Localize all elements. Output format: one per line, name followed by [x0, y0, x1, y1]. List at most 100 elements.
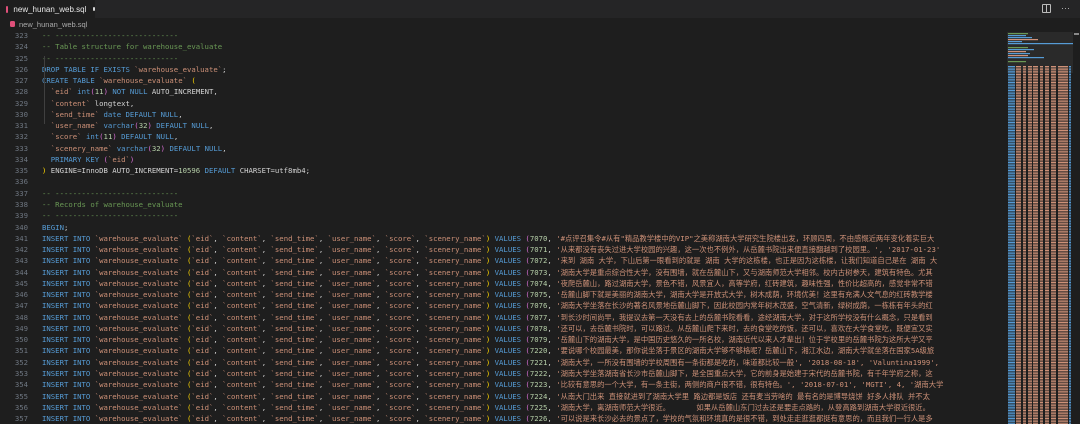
- split-editor-icon[interactable]: [1042, 3, 1051, 13]
- code-line[interactable]: 350 INSERT INTO `warehouse_evaluate` (`ei…: [0, 334, 1005, 345]
- code-line[interactable]: 335) ENGINE=InnoDB AUTO_INCREMENT=10596 …: [0, 165, 1005, 176]
- code-line[interactable]: 324 -- Table structure for warehouse_eval…: [0, 41, 1005, 52]
- minimap-line: [1051, 298, 1056, 299]
- minimap-line: [1016, 219, 1021, 221]
- minimap-line: [1045, 72, 1049, 74]
- minimap-line: [1069, 202, 1071, 203]
- minimap-line: [1008, 251, 1015, 253]
- minimap-line: [1069, 346, 1071, 347]
- code-token-txt: ,: [375, 380, 385, 390]
- minimap-line: [1040, 194, 1043, 195]
- code-line[interactable]: 351 INSERT INTO `warehouse_evaluate` (`ei…: [0, 345, 1005, 356]
- code-line[interactable]: 339 -- ----------------------------: [0, 210, 1005, 221]
- code-token-txt: ,: [213, 278, 223, 288]
- minimap-line: [1023, 312, 1026, 314]
- code-token-num: 7220: [529, 346, 548, 356]
- code-line[interactable]: 338 -- Records of warehouse_evaluate: [0, 199, 1005, 210]
- code-token-txt: ,: [375, 233, 385, 243]
- code-token-txt: ,: [318, 346, 328, 356]
- code-line[interactable]: 332 `score` int(11) DEFAULT NULL,: [0, 131, 1005, 142]
- code-line[interactable]: 328 `eid` int(11) NOT NULL AUTO_INCREMEN…: [0, 86, 1005, 97]
- unsaved-dot-icon[interactable]: [93, 7, 95, 11]
- code-line[interactable]: 325 -- ----------------------------: [0, 53, 1005, 64]
- code-line[interactable]: 336: [0, 176, 1005, 187]
- minimap-line: [1045, 190, 1049, 192]
- code-line[interactable]: 323 -- ----------------------------: [0, 30, 1005, 41]
- minimap-line: [1058, 406, 1068, 408]
- code-line[interactable]: 326 DROP TABLE IF EXISTS `warehouse_evalu…: [0, 64, 1005, 75]
- code-line[interactable]: 344 INSERT INTO `warehouse_evaluate` (`ei…: [0, 267, 1005, 278]
- minimap-line: [1033, 274, 1038, 275]
- minimap-line: [1033, 134, 1038, 136]
- code-line[interactable]: 329 `content` longtext,: [0, 98, 1005, 109]
- tab-new-hunan-web-sql[interactable]: new_hunan_web.sql: [0, 0, 95, 18]
- minimap-line: [1028, 234, 1032, 235]
- minimap-line: [1058, 331, 1068, 333]
- minimap-line: [1040, 86, 1043, 88]
- minimap-line: [1069, 322, 1071, 323]
- minimap-line: [1040, 91, 1043, 93]
- minimap-line: [1023, 387, 1026, 389]
- minimap-line: [1033, 214, 1038, 216]
- code-line[interactable]: 342 INSERT INTO `warehouse_evaluate` (`ei…: [0, 244, 1005, 255]
- minimap-line: [1051, 275, 1056, 277]
- minimap-line: [1069, 310, 1071, 312]
- minimap-line: [1028, 394, 1032, 395]
- minimap-line: [1008, 413, 1015, 415]
- minimap-line: [1058, 227, 1068, 229]
- code-line[interactable]: 327 CREATE TABLE `warehouse_evaluate` (: [0, 75, 1005, 86]
- minimap-line: [1040, 342, 1043, 344]
- minimap-line: [1051, 98, 1056, 99]
- minimap-line: [1028, 371, 1032, 373]
- code-token-txt: ,: [415, 402, 425, 412]
- code-line[interactable]: 347 INSERT INTO `warehouse_evaluate` (`ei…: [0, 300, 1005, 311]
- code-line[interactable]: 345 INSERT INTO `warehouse_evaluate` (`ei…: [0, 278, 1005, 289]
- code-line[interactable]: 341 INSERT INTO `warehouse_evaluate` (`ei…: [0, 233, 1005, 244]
- code-line[interactable]: 349 INSERT INTO `warehouse_evaluate` (`ei…: [0, 323, 1005, 334]
- code-token-str: `scenery_name`: [424, 290, 486, 300]
- minimap-line: [1045, 264, 1049, 266]
- code-line[interactable]: 356 INSERT INTO `warehouse_evaluate` (`ei…: [0, 402, 1005, 413]
- code-line[interactable]: 340 BEGIN;: [0, 222, 1005, 233]
- minimap-line: [1069, 166, 1071, 168]
- scrollbar-thumb[interactable]: [1074, 33, 1079, 35]
- minimap-line: [1051, 371, 1056, 373]
- code-token-txt: ,: [375, 312, 385, 322]
- minimap-line: [1023, 187, 1026, 189]
- vertical-scrollbar[interactable]: [1073, 30, 1080, 424]
- minimap-line: [1016, 323, 1021, 325]
- code-line[interactable]: 352 INSERT INTO `warehouse_evaluate` (`ei…: [0, 357, 1005, 368]
- code-line[interactable]: 333 `scenery_name` varchar(32) DEFAULT N…: [0, 143, 1005, 154]
- minimap-line: [1058, 128, 1068, 130]
- code-line[interactable]: 348 INSERT INTO `warehouse_evaluate` (`ei…: [0, 312, 1005, 323]
- breadcrumb-file[interactable]: new_hunan_web.sql: [19, 20, 87, 29]
- code-line[interactable]: 357 INSERT INTO `warehouse_evaluate` (`ei…: [0, 413, 1005, 424]
- code-token-txt: ,: [415, 357, 425, 367]
- code-line[interactable]: 331 `user_name` varchar(32) DEFAULT NULL…: [0, 120, 1005, 131]
- minimap[interactable]: [1007, 30, 1073, 424]
- code-token-kw: VALUES: [490, 312, 526, 322]
- minimap-line: [1016, 349, 1021, 351]
- minimap-line: [1051, 304, 1056, 306]
- code-line[interactable]: 353 INSERT INTO `warehouse_evaluate` (`ei…: [0, 368, 1005, 379]
- code-line[interactable]: 354 INSERT INTO `warehouse_evaluate` (`ei…: [0, 379, 1005, 390]
- code-line[interactable]: 330 `send_time` date DEFAULT NULL,: [0, 109, 1005, 120]
- code-line[interactable]: 355 INSERT INTO `warehouse_evaluate` (`ei…: [0, 391, 1005, 402]
- minimap-line: [1040, 139, 1043, 141]
- minimap-line: [1045, 82, 1049, 83]
- minimap-line: [1040, 224, 1043, 226]
- minimap-line: [1040, 389, 1043, 391]
- minimap-line: [1028, 258, 1032, 259]
- more-actions-icon[interactable]: ···: [1061, 3, 1070, 13]
- minimap-line: [1051, 269, 1056, 271]
- minimap-line: [1033, 328, 1038, 330]
- code-line[interactable]: 334 PRIMARY KEY (`eid`): [0, 154, 1005, 165]
- minimap-line: [1023, 264, 1026, 266]
- code-line[interactable]: 337 -- ----------------------------: [0, 188, 1005, 199]
- code-editor[interactable]: 323 -- ---------------------------- 324 -- …: [0, 30, 1005, 424]
- minimap-line: [1058, 405, 1068, 407]
- minimap-line: [1069, 126, 1071, 128]
- minimap-line: [1040, 323, 1043, 325]
- code-line[interactable]: 346 INSERT INTO `warehouse_evaluate` (`ei…: [0, 289, 1005, 300]
- code-line[interactable]: 343 INSERT INTO `warehouse_evaluate` (`ei…: [0, 255, 1005, 266]
